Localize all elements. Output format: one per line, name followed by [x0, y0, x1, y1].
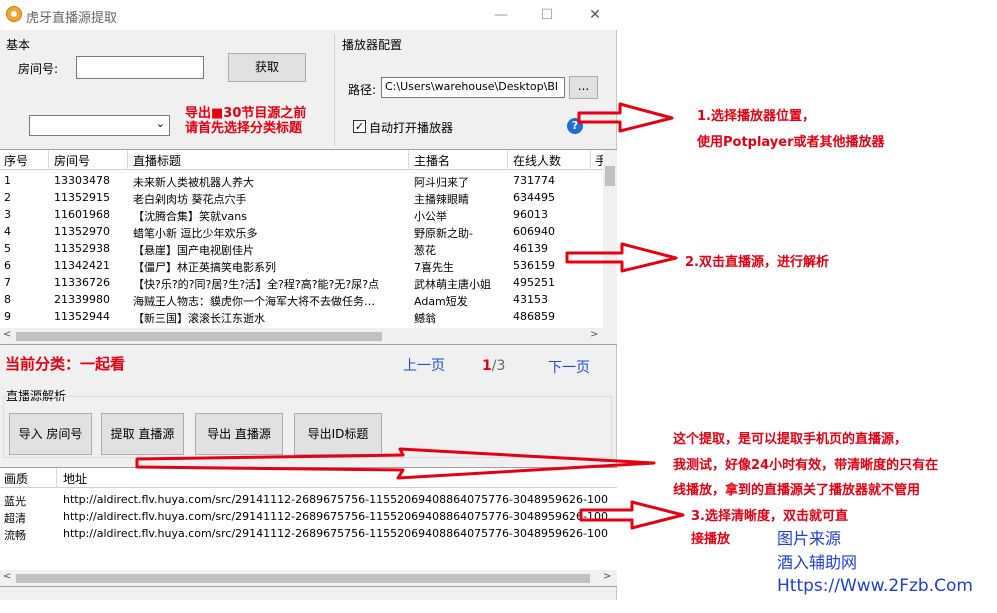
- annotation-2: 2.双击直播源，进行解析: [685, 255, 829, 270]
- annotation-1-line2: 使用Potplayer或者其他播放器: [697, 135, 885, 150]
- watermark-line1: 图片来源: [777, 529, 842, 548]
- annotation-3-line2: 我测试，好像24小时有效，带清晰度的只有在: [673, 458, 939, 473]
- annotation-4-line2: 接播放: [691, 532, 731, 547]
- arrow-4: [579, 500, 685, 530]
- watermark-url: Https://Www.2Fzb.Com: [777, 576, 973, 596]
- annotation-1-line1: 1.选择播放器位置，: [697, 109, 815, 124]
- annotation-4-line1: 3.选择清晰度，双击就可直: [691, 509, 848, 524]
- arrow-1: [577, 102, 674, 133]
- watermark-line2: 酒入辅助网: [777, 553, 858, 572]
- annotation-3-line1: 这个提取，是可以提取手机页的直播源，: [673, 432, 908, 447]
- arrow-3: [135, 447, 656, 480]
- arrow-2: [565, 242, 678, 273]
- annotation-3-line3: 线播放，拿到的直播源关了播放器就不管用: [673, 483, 921, 498]
